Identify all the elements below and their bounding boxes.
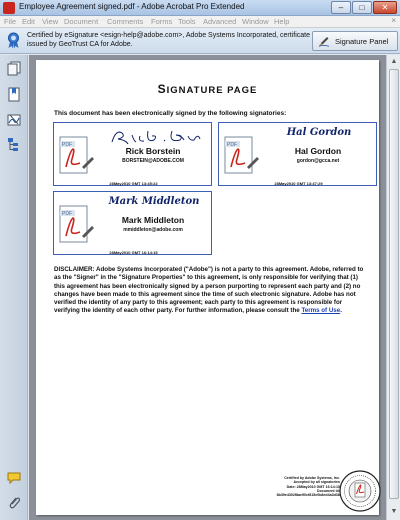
scrollbar-thumb[interactable] (389, 69, 399, 499)
maximize-button[interactable]: □ (352, 1, 372, 14)
disclaimer-end: . (340, 307, 342, 315)
layers-icon[interactable] (7, 137, 21, 152)
signature-timestamp: 28May2010 GMT 13:45:22 (109, 181, 158, 186)
menu-window[interactable]: Window (242, 17, 269, 26)
certification-details: Certified by Adobe Systems, Inc. Accepte… (264, 476, 340, 497)
signature-timestamp: 28May2010 GMT 13:47:29 (274, 181, 323, 186)
menu-forms[interactable]: Forms (151, 17, 172, 26)
signatory-name: Rick Borstein (125, 146, 181, 156)
pdf-document-icon: PDF (59, 136, 94, 174)
menu-edit[interactable]: Edit (22, 17, 35, 26)
signature-block[interactable]: PDF Mark Middleton Mark Middleton mmiddl… (53, 191, 212, 255)
title-bar: Employee Agreement signed.pdf - Adobe Ac… (0, 0, 400, 16)
certificate-ribbon-icon (8, 32, 19, 49)
seal-line: 8b39e4302f8ae90cf815e0b8ed4a3d3b (276, 493, 340, 498)
svg-text:PDF: PDF (62, 142, 72, 148)
navigation-panel (0, 55, 28, 520)
signatory-name: Hal Gordon (294, 146, 342, 156)
signatory-email: BORSTEIN@ADOBE.COM (122, 158, 184, 164)
certification-message: Certified by eSignature <esign-help@adob… (27, 32, 310, 48)
window-title: Employee Agreement signed.pdf - Adobe Ac… (19, 2, 245, 11)
intro-text: This document has been electronically si… (54, 110, 287, 117)
disclaimer-text: DISCLAIMER: Adobe Systems Incorporated (… (54, 266, 366, 316)
menu-advanced[interactable]: Advanced (203, 17, 236, 26)
svg-text:PDF: PDF (227, 142, 237, 148)
signature-script: Hal Gordon (286, 127, 352, 138)
menu-help[interactable]: Help (274, 17, 289, 26)
signatory-name: Mark Middleton (121, 215, 185, 225)
svg-text:PDF: PDF (62, 211, 72, 217)
document-viewport[interactable]: SIGNATURE PAGE This document has been el… (29, 55, 386, 520)
signature-panel-button[interactable]: Signature Panel (312, 31, 398, 51)
signatures-icon[interactable] (7, 112, 21, 127)
comments-icon[interactable] (7, 470, 21, 485)
menu-document[interactable]: Document (64, 17, 98, 26)
signature-block[interactable]: PDF Rick Borstein BORSTEIN@ADOBE.COM 28M… (53, 122, 212, 186)
document-close-icon[interactable]: × (391, 16, 396, 25)
pdf-document-icon: PDF (224, 136, 259, 174)
signatory-email: gordon@gcca.net (296, 158, 340, 164)
menu-bar: File Edit View Document Comments Forms T… (0, 16, 400, 28)
menu-comments[interactable]: Comments (107, 17, 143, 26)
scroll-down-icon[interactable]: ▼ (388, 506, 400, 518)
signature-timestamp: 28May2010 GMT 16:14:15 (109, 250, 158, 255)
attachments-icon[interactable] (7, 495, 21, 510)
adobe-certification-seal (339, 470, 381, 512)
menu-tools[interactable]: Tools (178, 17, 196, 26)
signature-panel-label: Signature Panel (335, 37, 389, 46)
page-title-text: IGNATURE PAGE (166, 85, 258, 96)
menu-view[interactable]: View (42, 17, 58, 26)
signature-message-bar: Certified by eSignature <esign-help@adob… (0, 28, 400, 54)
vertical-scrollbar[interactable]: ▲ ▼ (386, 55, 400, 520)
minimize-button[interactable]: – (331, 1, 351, 14)
close-button[interactable]: ✕ (373, 1, 397, 14)
acrobat-app-icon (3, 2, 15, 14)
menu-file[interactable]: File (4, 17, 16, 26)
pdf-page: SIGNATURE PAGE This document has been el… (36, 60, 381, 515)
signature-script: Mark Middleton (108, 196, 200, 207)
terms-of-use-link[interactable]: Terms of Use (301, 307, 340, 314)
pages-icon[interactable] (7, 61, 21, 76)
scroll-up-icon[interactable]: ▲ (388, 56, 400, 68)
signatory-email: mmiddleton@adobe.com (123, 227, 183, 233)
signature-block[interactable]: PDF Hal Gordon Hal Gordon gordon@gcca.ne… (218, 122, 377, 186)
signature-pen-icon (318, 37, 330, 47)
page-title-initial: S (157, 82, 167, 96)
handwritten-signature (111, 130, 201, 145)
bookmarks-icon[interactable] (7, 87, 21, 102)
page-title: SIGNATURE PAGE (36, 82, 379, 96)
pdf-document-icon: PDF (59, 205, 94, 243)
